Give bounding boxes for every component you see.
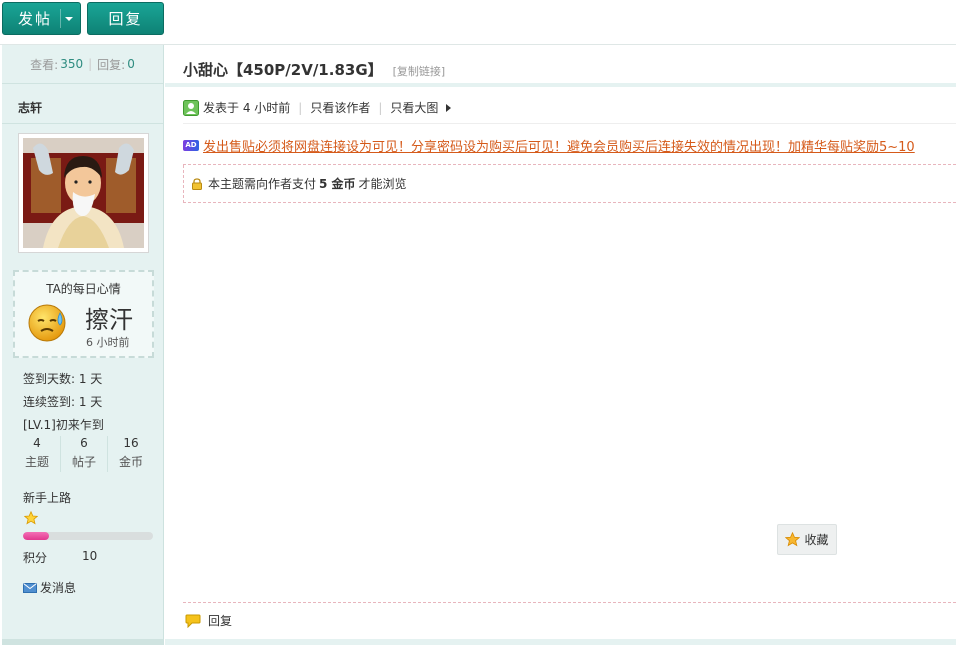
payment-amount: 5 金币 — [319, 177, 356, 191]
post-button-divider — [60, 9, 61, 28]
rank-progress-fill — [23, 532, 49, 540]
count-label: 主题 — [24, 455, 49, 469]
count-label: 帖子 — [71, 455, 96, 469]
mood-title: TA的每日心情 — [46, 282, 121, 296]
posted-time: 发表于 4 小时前 — [203, 101, 291, 115]
thread-stats: 查看: 350 | 回复: 0 — [2, 45, 163, 84]
replies-count: 0 — [127, 57, 135, 71]
daily-mood-box: TA的每日心情 擦汗 6 小时前 — [13, 270, 154, 358]
envelope-icon — [23, 582, 37, 593]
rank-star-icon — [24, 511, 38, 525]
author-sidebar: 查看: 350 | 回复: 0 志轩 TA的每日心情 擦汗 6 小时前 签到天数… — [2, 45, 164, 645]
title-divider — [165, 83, 956, 87]
ad-row[interactable]: AD 发出售贴必须将网盘连接设为可见！分享密码设为购买后可见！避免会员购买后连接… — [183, 136, 915, 155]
post-title-row: 小甜心【450P/2V/1.83G】 [复制链接] — [183, 59, 445, 80]
avatar-image — [23, 138, 144, 248]
stats-separator: | — [88, 57, 93, 71]
count-value: 6 — [80, 436, 88, 450]
ad-badge-icon: AD — [183, 140, 199, 151]
count-label: 金币 — [118, 455, 143, 469]
only-big-image-link[interactable]: 只看大图 — [390, 99, 438, 116]
score-value: 10 — [82, 549, 98, 563]
score-label: 积分 — [23, 551, 48, 565]
post-button[interactable]: 发帖 — [2, 2, 81, 35]
count-value: 16 — [123, 436, 139, 450]
views-count: 350 — [60, 57, 84, 71]
mood-time: 6 小时前 — [86, 336, 130, 349]
lock-icon — [192, 177, 202, 190]
views-label: 查看: — [30, 57, 59, 72]
copy-link[interactable]: [复制链接] — [393, 63, 446, 79]
chevron-down-icon[interactable] — [65, 17, 73, 21]
triangle-right-icon[interactable] — [446, 103, 452, 112]
sidebar-bottom-bar — [2, 639, 163, 645]
rank-name: 新手上路 — [23, 491, 72, 505]
send-message-link[interactable]: 发消息 — [23, 579, 76, 596]
author-name[interactable]: 志轩 — [18, 99, 42, 116]
count-coins[interactable]: 16 金币 — [108, 436, 154, 472]
post-bottom-divider — [183, 602, 956, 603]
reply-button-label: 回复 — [108, 10, 143, 28]
post-title: 小甜心【450P/2V/1.83G】 — [183, 61, 383, 79]
main-bottom-bar — [165, 639, 956, 645]
replies-label: 回复: — [97, 57, 126, 72]
rank-progress-bar — [23, 532, 153, 540]
meta-divider — [183, 123, 956, 124]
post-button-label: 发帖 — [18, 10, 53, 28]
signin-days: 签到天数: 1 天 — [23, 372, 103, 386]
favorite-button[interactable]: 收藏 — [777, 524, 837, 555]
author-divider — [2, 123, 163, 124]
favorite-label: 收藏 — [804, 533, 829, 547]
count-threads[interactable]: 4 主题 — [14, 436, 61, 472]
post-main: 小甜心【450P/2V/1.83G】 [复制链接] 发表于 4 小时前 | 只看… — [165, 45, 956, 645]
post-meta: 发表于 4 小时前 | 只看该作者 | 只看大图 — [183, 99, 452, 116]
signin-streak: 连续签到: 1 天 — [23, 395, 103, 409]
ad-link[interactable]: 发出售贴必须将网盘连接设为可见！分享密码设为购买后可见！避免会员购买后连接失效的… — [203, 136, 915, 155]
only-author-link[interactable]: 只看该作者 — [310, 99, 370, 116]
post-reply-label: 回复 — [208, 614, 233, 628]
post-reply-link[interactable]: 回复 — [185, 612, 232, 629]
payment-prefix: 本主题需向作者支付 — [208, 177, 317, 191]
meta-separator: | — [378, 100, 383, 115]
signin-level: [LV.1]初来乍到 — [23, 418, 104, 432]
payment-notice: 本主题需向作者支付 5 金币 才能浏览 — [183, 165, 956, 203]
payment-suffix: 才能浏览 — [358, 177, 407, 191]
count-posts[interactable]: 6 帖子 — [61, 436, 108, 472]
online-user-icon — [183, 99, 199, 116]
avatar[interactable] — [18, 133, 149, 253]
chat-bubble-icon — [185, 614, 201, 628]
reply-button[interactable]: 回复 — [87, 2, 164, 35]
count-value: 4 — [33, 436, 41, 450]
user-counts: 4 主题 6 帖子 16 金币 — [14, 436, 154, 472]
meta-separator: | — [298, 100, 303, 115]
send-message-label: 发消息 — [40, 581, 77, 595]
star-icon — [785, 532, 801, 547]
mood-text: 擦汗 — [85, 306, 133, 334]
sweat-face-icon — [28, 304, 66, 342]
